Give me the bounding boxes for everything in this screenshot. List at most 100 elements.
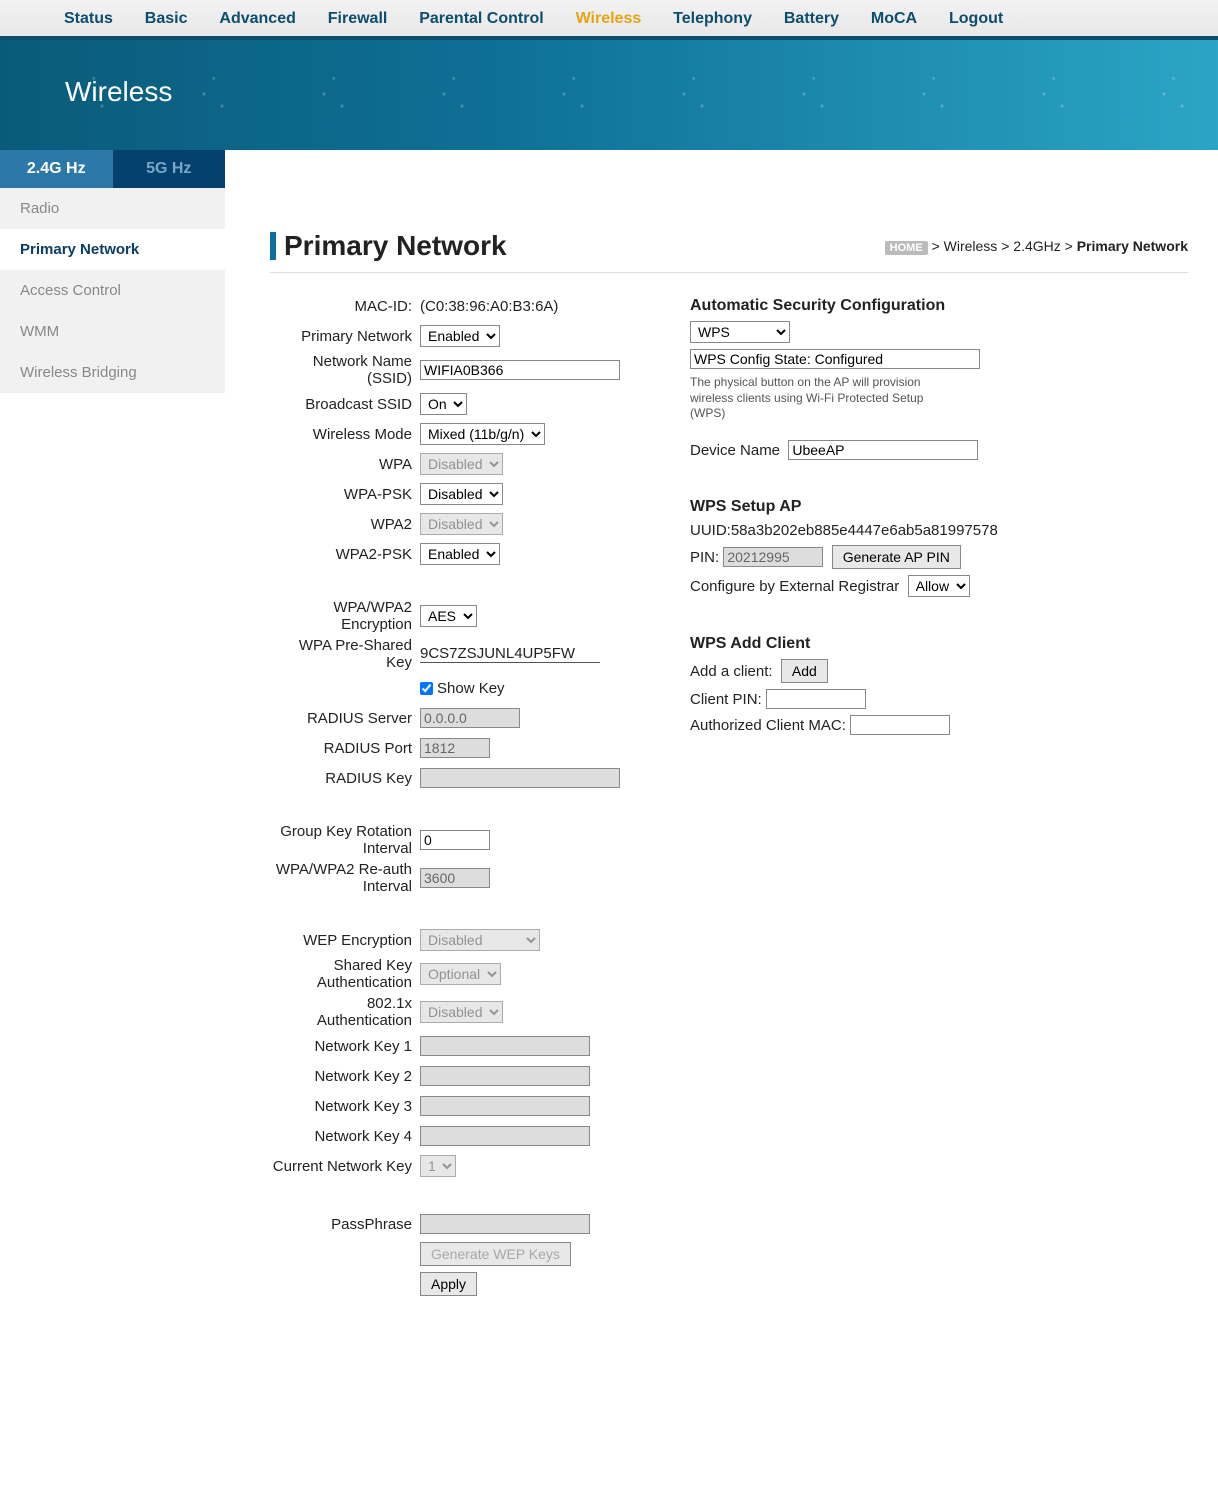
radius-key-label: RADIUS Key: [270, 770, 420, 787]
group-key-rotation-label: Group Key Rotation Interval: [270, 823, 420, 857]
apply-button[interactable]: Apply: [420, 1272, 477, 1296]
sidebar-item-primary-network[interactable]: Primary Network: [0, 229, 225, 270]
add-client-label: Add a client:: [690, 663, 773, 680]
client-pin-label: Client PIN:: [690, 691, 762, 708]
broadcast-ssid-select[interactable]: On: [420, 393, 467, 415]
wireless-mode-select[interactable]: Mixed (11b/g/n): [420, 423, 545, 445]
banner-title: Wireless: [65, 76, 172, 108]
ssid-label: Network Name (SSID): [270, 353, 420, 387]
asc-description: The physical button on the AP will provi…: [690, 375, 940, 422]
ssid-input[interactable]: [420, 360, 620, 380]
add-client-button[interactable]: Add: [781, 659, 828, 683]
shared-key-auth-select: Optional: [420, 963, 501, 985]
current-network-key-select: 1: [420, 1155, 456, 1177]
generate-ap-pin-button[interactable]: Generate AP PIN: [832, 545, 961, 569]
broadcast-ssid-label: Broadcast SSID: [270, 396, 420, 413]
wpa-psk-label: WPA-PSK: [270, 486, 420, 503]
sidebar: 2.4G Hz 5G Hz Radio Primary Network Acce…: [0, 150, 225, 1401]
radius-server-input: [420, 708, 520, 728]
nav-moca[interactable]: MoCA: [857, 6, 931, 32]
breadcrumb-wireless[interactable]: Wireless: [944, 238, 998, 254]
page-title: Primary Network: [284, 230, 507, 262]
band-tab-24g[interactable]: 2.4G Hz: [0, 150, 113, 188]
psk-value: 9CS7ZSJUNL4UP5FW: [420, 645, 600, 663]
device-name-input[interactable]: [788, 440, 978, 460]
external-registrar-select[interactable]: Allow: [908, 575, 970, 597]
radius-server-label: RADIUS Server: [270, 710, 420, 727]
breadcrumb-home[interactable]: HOME: [885, 241, 928, 255]
sidebar-item-wireless-bridging[interactable]: Wireless Bridging: [0, 352, 225, 393]
side-menu: Radio Primary Network Access Control WMM…: [0, 188, 225, 393]
psk-label: WPA Pre-Shared Key: [270, 637, 420, 671]
encryption-select[interactable]: AES: [420, 605, 477, 627]
auto-security-panel: Automatic Security Configuration WPS The…: [690, 293, 1188, 1301]
network-key-4-label: Network Key 4: [270, 1128, 420, 1145]
wpa2-select: Disabled: [420, 513, 503, 535]
client-pin-input[interactable]: [766, 689, 866, 709]
reauth-interval-input: [420, 868, 490, 888]
authorized-mac-input[interactable]: [850, 715, 950, 735]
group-key-rotation-input[interactable]: [420, 830, 490, 850]
encryption-label: WPA/WPA2 Encryption: [270, 599, 420, 633]
title-bar-icon: [270, 232, 276, 260]
network-key-2-input: [420, 1066, 590, 1086]
top-nav: Status Basic Advanced Firewall Parental …: [0, 0, 1218, 40]
current-network-key-label: Current Network Key: [270, 1158, 420, 1175]
network-key-3-label: Network Key 3: [270, 1098, 420, 1115]
nav-status[interactable]: Status: [50, 6, 127, 32]
network-key-3-input: [420, 1096, 590, 1116]
nav-advanced[interactable]: Advanced: [205, 6, 309, 32]
reauth-interval-label: WPA/WPA2 Re-auth Interval: [270, 861, 420, 895]
breadcrumb-current: Primary Network: [1077, 238, 1188, 254]
nav-parental-control[interactable]: Parental Control: [405, 6, 557, 32]
sidebar-item-wmm[interactable]: WMM: [0, 311, 225, 352]
show-key-label: Show Key: [437, 680, 505, 697]
wps-add-client-title: WPS Add Client: [690, 635, 1188, 653]
device-name-label: Device Name: [690, 442, 780, 459]
passphrase-input: [420, 1214, 590, 1234]
band-tab-5g[interactable]: 5G Hz: [113, 150, 226, 188]
wpa-select: Disabled: [420, 453, 503, 475]
breadcrumb-band[interactable]: 2.4GHz: [1013, 238, 1060, 254]
sidebar-item-radio[interactable]: Radio: [0, 188, 225, 229]
show-key-checkbox[interactable]: [420, 682, 433, 695]
network-key-1-label: Network Key 1: [270, 1038, 420, 1055]
external-registrar-label: Configure by External Registrar: [690, 578, 899, 595]
mac-id-label: MAC-ID:: [270, 298, 420, 315]
shared-key-auth-label: Shared Key Authentication: [270, 957, 420, 991]
authorized-mac-label: Authorized Client MAC:: [690, 717, 846, 734]
sidebar-item-access-control[interactable]: Access Control: [0, 270, 225, 311]
network-key-2-label: Network Key 2: [270, 1068, 420, 1085]
wep-encryption-label: WEP Encryption: [270, 932, 420, 949]
asc-title: Automatic Security Configuration: [690, 297, 1188, 315]
wpa-psk-select[interactable]: Disabled: [420, 483, 503, 505]
wps-config-state: [690, 349, 980, 369]
pin-input: [723, 547, 823, 567]
wpa2-psk-label: WPA2-PSK: [270, 546, 420, 563]
wpa2-psk-select[interactable]: Enabled: [420, 543, 500, 565]
nav-logout[interactable]: Logout: [935, 6, 1017, 32]
wpa-label: WPA: [270, 456, 420, 473]
primary-network-label: Primary Network: [270, 328, 420, 345]
mac-id-value: (C0:38:96:A0:B3:6A): [420, 298, 558, 315]
radius-key-input: [420, 768, 620, 788]
primary-network-select[interactable]: Enabled: [420, 325, 500, 347]
banner: Wireless: [0, 40, 1218, 150]
uuid-label: UUID:: [690, 522, 731, 539]
wpa2-label: WPA2: [270, 516, 420, 533]
pin-label: PIN:: [690, 549, 719, 566]
nav-wireless[interactable]: Wireless: [562, 6, 656, 32]
network-key-1-input: [420, 1036, 590, 1056]
wireless-mode-label: Wireless Mode: [270, 426, 420, 443]
passphrase-label: PassPhrase: [270, 1216, 420, 1233]
settings-form: MAC-ID:(C0:38:96:A0:B3:6A) Primary Netwo…: [270, 293, 650, 1301]
radius-port-label: RADIUS Port: [270, 740, 420, 757]
wps-setup-ap-title: WPS Setup AP: [690, 498, 1188, 516]
nav-basic[interactable]: Basic: [131, 6, 202, 32]
network-key-4-input: [420, 1126, 590, 1146]
nav-battery[interactable]: Battery: [770, 6, 853, 32]
nav-telephony[interactable]: Telephony: [659, 6, 766, 32]
asc-mode-select[interactable]: WPS: [690, 321, 790, 343]
nav-firewall[interactable]: Firewall: [314, 6, 402, 32]
radius-port-input: [420, 738, 490, 758]
